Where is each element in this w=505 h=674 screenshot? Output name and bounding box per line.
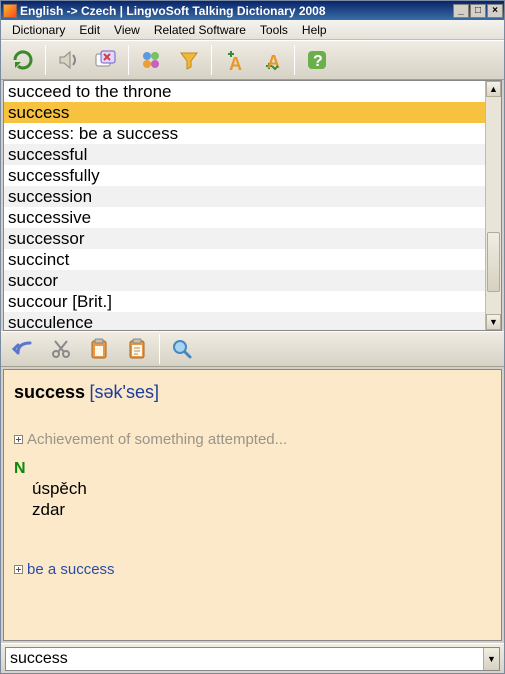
scroll-up-button[interactable]: ▲ [486, 81, 501, 97]
scissors-icon [49, 337, 73, 361]
word-row[interactable]: successfully [4, 165, 485, 186]
categories-button[interactable] [133, 43, 169, 77]
menu-dictionary[interactable]: Dictionary [5, 21, 72, 39]
help-button[interactable]: ? [299, 43, 335, 77]
word-row[interactable]: succinct [4, 249, 485, 270]
search-button[interactable] [164, 332, 200, 366]
font-increase-button[interactable]: A [216, 43, 252, 77]
clipboard-icon [87, 337, 111, 361]
window-controls: _ □ × [452, 4, 503, 18]
flashcards-button[interactable] [88, 43, 124, 77]
font-decrease-button[interactable]: A [254, 43, 290, 77]
word-row[interactable]: success: be a success [4, 123, 485, 144]
headword: success [14, 382, 85, 402]
minimize-button[interactable]: _ [453, 4, 469, 18]
scroll-thumb[interactable] [487, 232, 500, 292]
headword-line: success [sək'ses] [14, 382, 491, 403]
copy-button[interactable] [81, 332, 117, 366]
refresh-button[interactable] [5, 43, 41, 77]
sense-line[interactable]: Achievement of something attempted... [14, 431, 491, 448]
menu-help[interactable]: Help [295, 21, 334, 39]
translation: zdar [32, 499, 491, 520]
wordlist-scrollbar[interactable]: ▲ ▼ [485, 81, 501, 330]
word-row[interactable]: successful [4, 144, 485, 165]
wordlist[interactable]: succeed to the thronesuccesssuccess: be … [3, 80, 502, 331]
font-decrease-icon: A [259, 48, 285, 72]
font-increase-icon: A [221, 48, 247, 72]
filter-button[interactable] [171, 43, 207, 77]
search-combo: ▼ [5, 647, 500, 671]
scroll-down-button[interactable]: ▼ [486, 314, 501, 330]
title-bar: English -> Czech | LingvoSoft Talking Di… [1, 1, 504, 20]
word-row[interactable]: succeed to the throne [4, 81, 485, 102]
cut-button[interactable] [43, 332, 79, 366]
menu-bar: Dictionary Edit View Related Software To… [1, 20, 504, 40]
scroll-track[interactable] [486, 97, 501, 314]
sense-text: Achievement of something attempted... [27, 431, 287, 448]
toolbar-separator [211, 45, 212, 75]
menu-related-software[interactable]: Related Software [147, 21, 253, 39]
menu-edit[interactable]: Edit [72, 21, 107, 39]
part-of-speech: N [14, 460, 491, 478]
toolbar-separator [45, 45, 46, 75]
refresh-icon [11, 48, 35, 72]
pronunciation: [sək'ses] [90, 382, 159, 402]
maximize-button[interactable]: □ [470, 4, 486, 18]
back-button[interactable] [5, 332, 41, 366]
main-toolbar: A A ? [1, 40, 504, 80]
toolbar-separator [294, 45, 295, 75]
word-row[interactable]: succession [4, 186, 485, 207]
close-button[interactable]: × [487, 4, 503, 18]
word-row[interactable]: succulence [4, 312, 485, 330]
speaker-icon [56, 48, 80, 72]
expand-sense-icon[interactable] [14, 435, 23, 444]
search-dropdown-button[interactable]: ▼ [483, 648, 499, 670]
menu-tools[interactable]: Tools [253, 21, 295, 39]
search-input[interactable] [6, 648, 483, 670]
search-bar: ▼ [1, 643, 504, 673]
back-arrow-icon [10, 337, 36, 361]
word-row[interactable]: succour [Brit.] [4, 291, 485, 312]
toolbar-separator [159, 334, 160, 364]
word-row[interactable]: successor [4, 228, 485, 249]
paste-button[interactable] [119, 332, 155, 366]
app-window: English -> Czech | LingvoSoft Talking Di… [0, 0, 505, 674]
speak-button[interactable] [50, 43, 86, 77]
word-row[interactable]: success [4, 102, 485, 123]
cross-reference[interactable]: be a success [14, 561, 491, 578]
paste-icon [125, 337, 149, 361]
expand-xref-icon[interactable] [14, 565, 23, 574]
svg-text:?: ? [313, 53, 323, 70]
definition-toolbar [1, 331, 504, 367]
menu-view[interactable]: View [107, 21, 147, 39]
definition-panel: success [sək'ses] Achievement of somethi… [3, 369, 502, 641]
funnel-icon [177, 48, 201, 72]
svg-text:A: A [229, 54, 242, 72]
word-row[interactable]: succor [4, 270, 485, 291]
translation: úspěch [32, 478, 491, 499]
xref-text: be a success [27, 561, 115, 578]
wordlist-container: succeed to the thronesuccesssuccess: be … [1, 80, 504, 331]
toolbar-separator [128, 45, 129, 75]
flashcards-icon [93, 48, 119, 72]
categories-icon [139, 48, 163, 72]
app-icon [3, 4, 17, 18]
magnifier-icon [170, 337, 194, 361]
svg-text:A: A [267, 52, 280, 72]
word-row[interactable]: successive [4, 207, 485, 228]
help-icon: ? [305, 48, 329, 72]
window-title: English -> Czech | LingvoSoft Talking Di… [20, 4, 452, 18]
